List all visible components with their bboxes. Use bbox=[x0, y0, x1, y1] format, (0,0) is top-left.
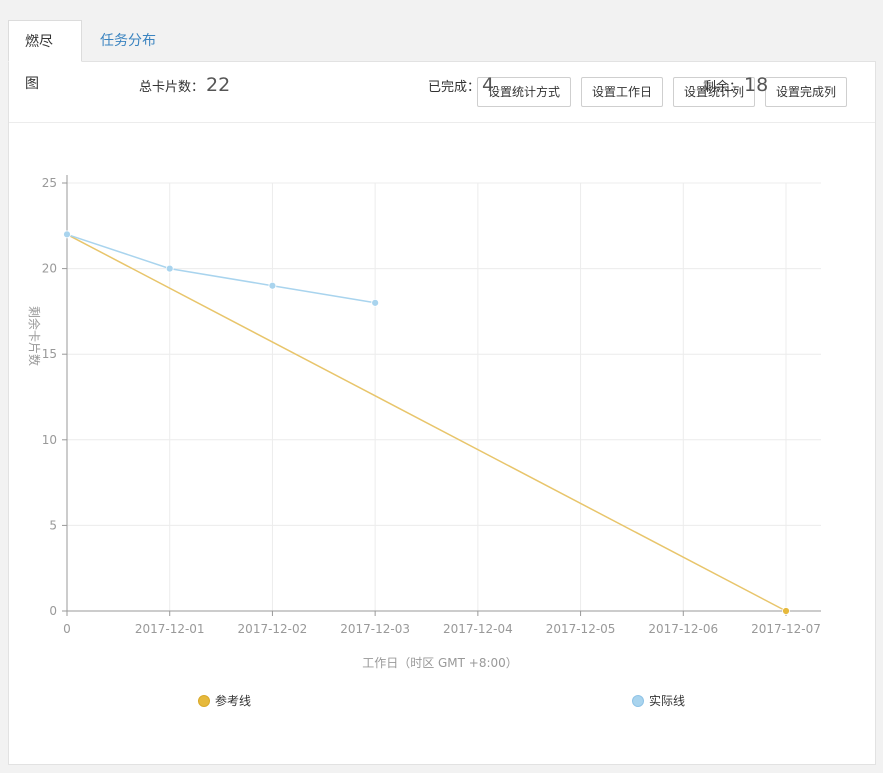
x-axis-label: 工作日（时区 GMT +8:00） bbox=[362, 656, 518, 670]
series-point-1[interactable] bbox=[165, 264, 174, 273]
axis-layer: 0 5 10 15 20 25 0 2017-12-01 2017-12-02 2017-12-0… bbox=[42, 175, 821, 636]
y-tick-label: 5 bbox=[49, 518, 57, 532]
y-tick-label: 0 bbox=[49, 604, 57, 618]
y-axis-label: 剩余卡片数 bbox=[27, 306, 42, 366]
x-tick-label: 2017-12-03 bbox=[340, 622, 410, 636]
x-tick-label: 2017-12-06 bbox=[648, 622, 718, 636]
x-tick-label: 2017-12-01 bbox=[135, 622, 205, 636]
legend-marker-reference bbox=[198, 694, 210, 707]
burndown-chart: 0 5 10 15 20 25 0 2017-12-01 2017-12-02 2017-12-0… bbox=[27, 175, 821, 670]
y-tick-label: 25 bbox=[42, 176, 57, 190]
series-point-1[interactable] bbox=[371, 298, 380, 307]
series-point-1[interactable] bbox=[63, 230, 71, 239]
x-tick-label: 0 bbox=[63, 622, 71, 636]
legend-label-actual: 实际线 bbox=[649, 694, 686, 708]
legend-label-reference: 参考线 bbox=[215, 694, 252, 708]
x-tick-label: 2017-12-02 bbox=[238, 622, 308, 636]
legend-item-reference[interactable]: 参考线 bbox=[198, 692, 251, 708]
legend-item-actual[interactable]: 实际线 bbox=[632, 692, 685, 708]
tab-burndown[interactable]: 燃尽图 bbox=[8, 20, 82, 92]
grid-layer bbox=[67, 182, 821, 611]
x-tick-label: 2017-12-05 bbox=[546, 622, 616, 636]
legend-marker-actual bbox=[632, 694, 644, 707]
series-point-1[interactable] bbox=[268, 281, 277, 290]
x-tick-label: 2017-12-04 bbox=[443, 622, 513, 636]
y-tick-label: 15 bbox=[42, 347, 57, 361]
x-tick-label: 2017-12-07 bbox=[751, 622, 821, 636]
series-line-0 bbox=[66, 233, 787, 612]
y-tick-label: 10 bbox=[42, 433, 57, 447]
y-tick-label: 20 bbox=[42, 262, 57, 276]
series-point-0[interactable] bbox=[782, 607, 790, 615]
series-layer bbox=[63, 230, 790, 615]
